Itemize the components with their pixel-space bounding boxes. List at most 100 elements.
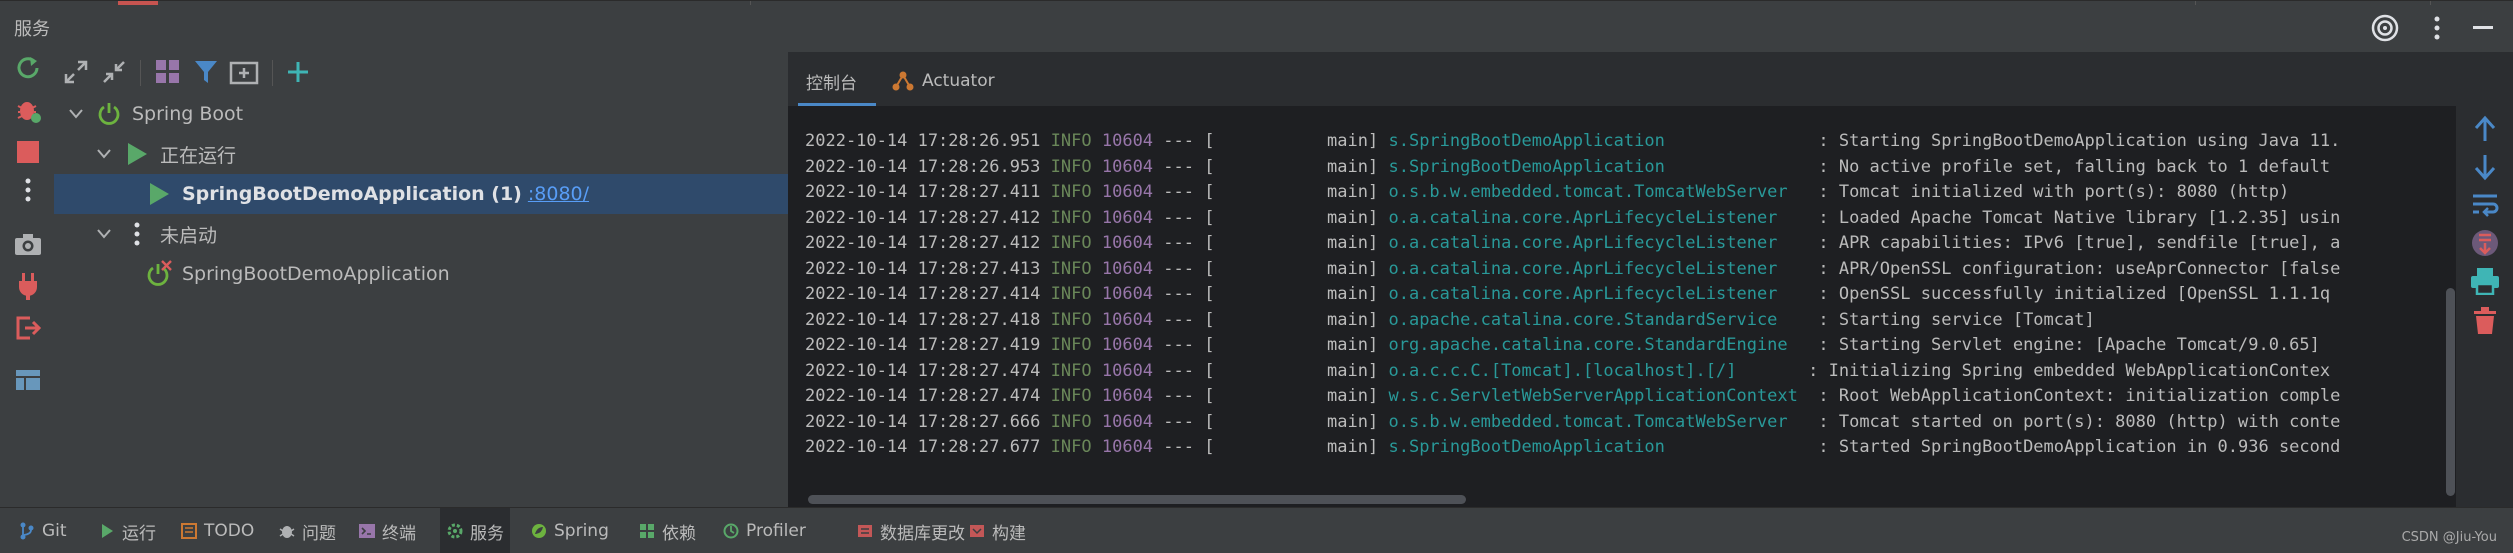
log-message: : Starting Servlet engine: [Apache Tomca… xyxy=(1818,335,2320,355)
log-spacer xyxy=(1808,335,1818,355)
log-message: : APR capabilities: IPv6 [true], sendfil… xyxy=(1818,233,2341,253)
tool-window-button-7[interactable]: 依赖 xyxy=(632,508,702,553)
log-thread: --- [ main] xyxy=(1163,182,1379,202)
vertical-scrollbar[interactable] xyxy=(2446,288,2455,496)
horizontal-scrollbar[interactable] xyxy=(808,495,1466,504)
log-spacer xyxy=(1092,386,1102,406)
tool-window-label: Profiler xyxy=(746,521,806,541)
services-left-toolbar xyxy=(0,52,54,507)
log-logger: o.apache.catalina.core.StandardService xyxy=(1388,309,1809,330)
log-logger: o.a.catalina.core.AprLifecycleListener xyxy=(1388,284,1809,304)
tab-actuator[interactable]: Actuator xyxy=(892,64,995,98)
log-pid: 10604 xyxy=(1101,411,1154,432)
profiler-icon xyxy=(722,522,740,540)
soft-wrap-icon[interactable] xyxy=(2468,188,2502,222)
log-timestamp: 2022-10-14 17:28:27.412 xyxy=(805,207,1041,228)
more-options-icon[interactable] xyxy=(2422,13,2452,43)
log-timestamp: 2022-10-14 17:28:27.677 xyxy=(805,437,1041,457)
tree-node-stopped-app[interactable]: SpringBootDemoApplication xyxy=(54,254,788,294)
log-level: INFO xyxy=(1050,258,1092,279)
tree-node-spring-boot[interactable]: Spring Boot xyxy=(54,94,788,134)
chevron-down-icon[interactable] xyxy=(66,104,86,124)
log-message: : Root WebApplicationContext: initializa… xyxy=(1818,386,2341,406)
tree-node-not-started[interactable]: 未启动 xyxy=(54,214,788,254)
log-logger: o.a.catalina.core.AprLifecycleListener xyxy=(1388,207,1809,228)
print-icon[interactable] xyxy=(2468,264,2502,298)
stop-icon[interactable] xyxy=(12,136,44,168)
log-logger: o.a.c.c.C.[Tomcat].[localhost].[/] xyxy=(1388,360,1798,381)
spring-boot-power-icon xyxy=(92,97,126,131)
console-log[interactable]: 2022-10-14 17:28:26.951 INFO 10604 --- [… xyxy=(788,106,2456,553)
tree-node-label: 正在运行 xyxy=(160,144,237,167)
log-level: INFO xyxy=(1050,207,1092,228)
tool-window-label: 服务 xyxy=(470,523,504,544)
log-spacer xyxy=(1808,208,1818,228)
log-spacer xyxy=(1153,437,1163,457)
scroll-down-icon[interactable] xyxy=(2468,150,2502,184)
tool-window-button-0[interactable]: Git xyxy=(12,508,73,553)
tool-window-button-8[interactable]: Profiler xyxy=(716,508,812,553)
log-spacer xyxy=(1092,437,1102,457)
divider xyxy=(140,60,141,86)
expand-all-icon[interactable] xyxy=(58,54,94,90)
log-spacer xyxy=(1040,131,1050,151)
log-spacer xyxy=(1153,412,1163,432)
port-link[interactable]: :8080/ xyxy=(528,183,589,205)
tab-label: 控制台 xyxy=(806,73,857,94)
minimize-panel-icon[interactable] xyxy=(2468,13,2498,43)
log-pid: 10604 xyxy=(1101,156,1154,177)
tool-window-button-3[interactable]: 问题 xyxy=(272,508,342,553)
camera-icon[interactable] xyxy=(12,228,44,260)
log-spacer xyxy=(1040,386,1050,406)
log-thread: --- [ main] xyxy=(1163,156,1379,177)
services-tree: Spring Boot 正在运行 SpringBootDemoApplicati… xyxy=(54,94,788,507)
log-timestamp: 2022-10-14 17:28:27.411 xyxy=(805,182,1041,202)
log-message: : Loaded Apache Tomcat Native library [1… xyxy=(1818,207,2341,228)
tree-node-running[interactable]: 正在运行 xyxy=(54,134,788,174)
console-right-toolbar xyxy=(2456,106,2513,553)
filter-icon[interactable] xyxy=(188,54,224,90)
new-group-icon[interactable] xyxy=(226,54,262,90)
debug-icon[interactable] xyxy=(12,94,44,126)
target-icon[interactable] xyxy=(2370,13,2400,43)
rerun-icon[interactable] xyxy=(12,52,44,84)
tree-node-running-app[interactable]: SpringBootDemoApplication (1) :8080/ xyxy=(54,174,788,214)
log-message: : Starting service [Tomcat] xyxy=(1818,309,2095,330)
tool-window-label: TODO xyxy=(204,521,255,541)
tool-window-button-5[interactable]: 服务 xyxy=(440,508,510,553)
panel-title: 服务 xyxy=(14,19,50,40)
add-service-icon[interactable] xyxy=(280,54,316,90)
log-spacer xyxy=(1040,233,1050,253)
log-pid: 10604 xyxy=(1101,284,1154,304)
collapse-all-icon[interactable] xyxy=(96,54,132,90)
exit-icon[interactable] xyxy=(12,312,44,344)
group-by-icon[interactable] xyxy=(150,54,186,90)
log-level: INFO xyxy=(1050,360,1092,381)
tool-window-label: Spring xyxy=(554,521,609,541)
log-line: 2022-10-14 17:28:27.413 INFO 10604 --- [… xyxy=(805,257,2340,282)
log-line: 2022-10-14 17:28:27.419 INFO 10604 --- [… xyxy=(805,333,2320,358)
log-spacer xyxy=(1092,284,1102,304)
scroll-up-icon[interactable] xyxy=(2468,112,2502,146)
tab-console[interactable]: 控制台 xyxy=(806,64,857,98)
layout-icon[interactable] xyxy=(12,364,44,396)
chevron-down-icon[interactable] xyxy=(94,144,114,164)
tool-window-button-9[interactable]: 数据库更改 xyxy=(850,508,971,553)
log-spacer xyxy=(1378,259,1388,279)
tool-window-button-2[interactable]: TODO xyxy=(174,508,260,553)
tool-window-button-10[interactable]: 构建 xyxy=(962,508,1032,553)
chevron-down-icon[interactable] xyxy=(94,224,114,244)
more-actions-icon[interactable] xyxy=(12,174,44,206)
log-level: INFO xyxy=(1050,437,1092,457)
log-pid: 10604 xyxy=(1101,182,1154,202)
tool-window-button-4[interactable]: 终端 xyxy=(352,508,422,553)
bottom-tool-window-bar: Git 运行 TODO 问题 终端 服务 Spring 依赖 Profiler 数据库更改 构建 C… xyxy=(0,507,2513,553)
divider xyxy=(2195,1,2196,5)
clear-all-icon[interactable] xyxy=(2468,304,2502,338)
scroll-to-end-icon[interactable] xyxy=(2468,226,2502,260)
tool-window-button-6[interactable]: Spring xyxy=(524,508,615,553)
plug-icon[interactable] xyxy=(12,270,44,302)
log-thread: --- [ main] xyxy=(1163,437,1379,457)
tool-window-button-1[interactable]: 运行 xyxy=(92,508,162,553)
log-spacer xyxy=(1378,386,1388,406)
